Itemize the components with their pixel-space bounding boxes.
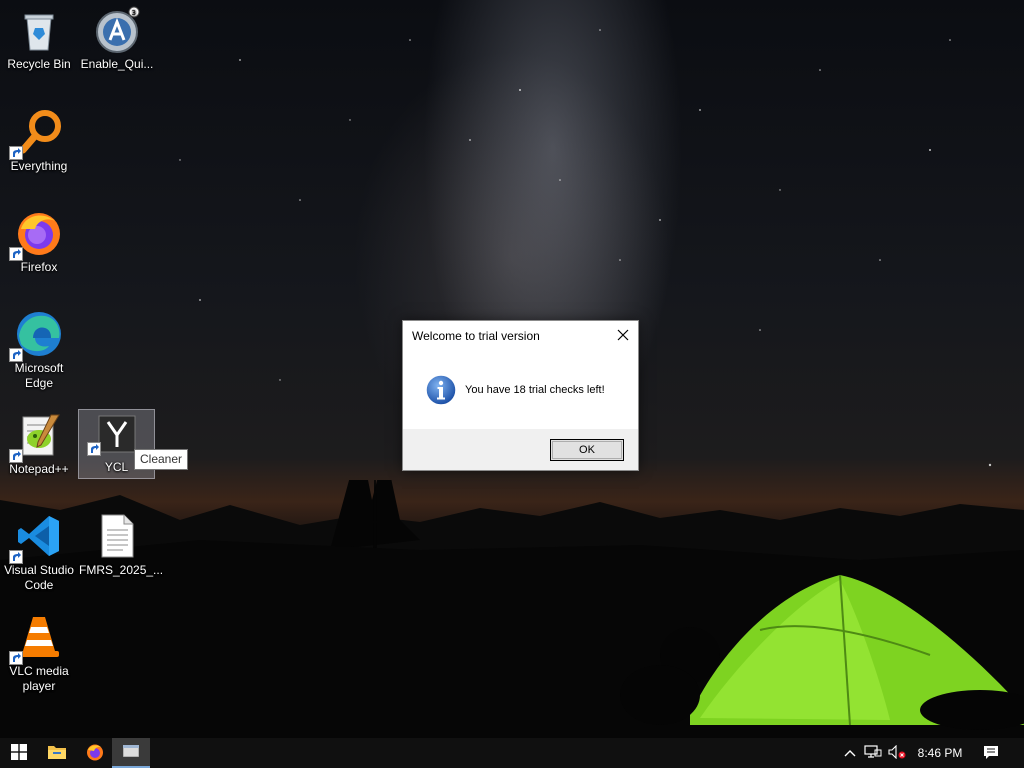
taskbar-file-explorer[interactable] (38, 738, 76, 768)
desktop-icon-label: Visual Studio Code (4, 563, 74, 592)
shortcut-arrow-icon (9, 550, 23, 564)
desktop-icon-label: Firefox (20, 260, 58, 274)
close-icon (617, 329, 629, 344)
shortcut-arrow-icon (9, 449, 23, 463)
document-icon (93, 512, 141, 560)
taskbar-active-app[interactable] (112, 738, 150, 768)
network-button[interactable] (862, 738, 884, 768)
dialog-title: Welcome to trial version (412, 329, 540, 343)
desktop-icon-recycle-bin[interactable]: Recycle Bin (0, 0, 78, 92)
ycl-icon (86, 414, 137, 456)
start-button[interactable] (0, 738, 38, 768)
action-center-button[interactable] (978, 738, 1004, 768)
chevron-up-icon (844, 746, 856, 760)
taskbar-firefox[interactable] (76, 738, 114, 768)
close-button[interactable] (608, 321, 638, 351)
everything-search-icon (9, 108, 63, 160)
active-app-icon (122, 744, 140, 760)
dialog-body: You have 18 trial checks left! (403, 351, 638, 430)
recycle-bin-icon (15, 6, 63, 54)
info-icon (425, 374, 457, 406)
desktop-icon-edge[interactable]: Microsoft Edge (0, 304, 78, 404)
desktop-icon-label: Enable_Qui... (80, 57, 154, 71)
file-explorer-icon (48, 744, 66, 763)
firefox-icon (86, 743, 104, 764)
shortcut-arrow-icon (9, 348, 23, 362)
desktop-icon-notepadpp[interactable]: Notepad++ (0, 405, 78, 497)
desktop-icon-vlc[interactable]: VLC media player (0, 607, 78, 707)
edge-icon (9, 310, 63, 362)
desktop-icon-everything[interactable]: Everything (0, 102, 78, 194)
desktop-icon-label: VLC media player (9, 664, 69, 693)
shortcut-arrow-icon (9, 651, 23, 665)
taskbar: 8:46 PM (0, 738, 1024, 768)
desktop-icon-label: FMRS_2025_... (79, 563, 164, 577)
desktop-icon-firefox[interactable]: Firefox (0, 203, 78, 295)
ok-button[interactable]: OK (550, 439, 624, 461)
tooltip: Cleaner (134, 449, 189, 470)
desktop-icon-label: Microsoft Edge (14, 361, 64, 390)
desktop-icon-fmrs-document[interactable]: FMRS_2025_... (78, 506, 164, 598)
start-icon (11, 743, 27, 763)
shortcut-arrow-icon (9, 247, 23, 261)
desktop-icon-label: Everything (10, 159, 68, 173)
desktop-icon-enable-quick[interactable]: 3 Enable_Qui... (78, 0, 156, 92)
shortcut-arrow-icon (86, 442, 101, 456)
shortcut-arrow-icon (9, 146, 23, 160)
vlc-icon (9, 613, 63, 665)
dialog-footer: OK (403, 429, 638, 470)
desktop-icon-label: Recycle Bin (7, 57, 71, 71)
notepadpp-icon (9, 411, 63, 463)
show-hidden-icons-button[interactable] (840, 738, 860, 768)
firefox-icon (9, 209, 63, 261)
desktop-icon-vscode[interactable]: Visual Studio Code (0, 506, 78, 606)
volume-muted-icon (888, 744, 906, 762)
desktop-icon-label: Notepad++ (9, 462, 69, 476)
network-icon (864, 744, 882, 762)
vscode-icon (9, 512, 63, 564)
dialog-message: You have 18 trial checks left! (465, 384, 605, 396)
svg-text:3: 3 (132, 9, 136, 17)
action-center-icon (983, 744, 999, 763)
trial-dialog: Welcome to trial version You have 18 tri… (402, 320, 639, 471)
taskbar-clock[interactable]: 8:46 PM (912, 738, 968, 768)
volume-button[interactable] (886, 738, 908, 768)
dialog-titlebar[interactable]: Welcome to trial version (403, 321, 638, 351)
autoit-icon: 3 (93, 6, 141, 54)
